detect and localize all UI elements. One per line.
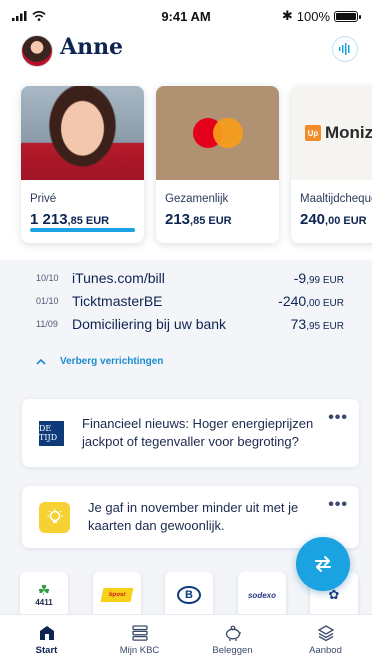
- bottom-navigation: Start Mijn KBC Beleggen Aanbod: [0, 614, 372, 660]
- monizze-logo: Up Moniz: [291, 86, 372, 180]
- battery-percent: 100%: [296, 8, 330, 24]
- account-card-prive[interactable]: Privé 1 213,85 EUR: [21, 86, 144, 243]
- nav-aanbod[interactable]: Aanbod: [290, 624, 362, 656]
- user-name: Anne: [60, 34, 124, 60]
- account-balance: 240,00 EUR: [300, 211, 367, 228]
- transaction-date: 11/09: [36, 318, 58, 329]
- bpost-logo: bpost: [100, 588, 134, 602]
- account-label: Gezamenlijk: [165, 193, 229, 205]
- signal-icon: [12, 11, 27, 21]
- account-photo: [21, 86, 144, 180]
- partner-sodexo[interactable]: sodexo: [238, 572, 286, 616]
- nmbs-logo: B: [177, 586, 201, 604]
- soundwave-icon: [339, 43, 350, 55]
- more-options-icon[interactable]: •••: [328, 409, 348, 427]
- status-left: [12, 11, 46, 21]
- partner-lotto-label: 4411: [35, 598, 53, 607]
- sodexo-logo: sodexo: [247, 590, 276, 600]
- battery-icon: [334, 10, 361, 22]
- hide-transactions-label: Verberg verrichtingen: [60, 356, 164, 367]
- nav-label: Beleggen: [212, 645, 253, 656]
- nav-label: Start: [35, 645, 58, 656]
- transfer-arrows-icon: [315, 556, 331, 572]
- news-text: Financieel nieuws: Hoger energieprijzen …: [82, 416, 314, 449]
- account-card-gezamenlijk[interactable]: Gezamenlijk 213,85 EUR: [156, 86, 279, 243]
- account-cards[interactable]: Privé 1 213,85 EUR Gezamenlijk 213,85 EU…: [0, 82, 372, 260]
- layers-icon: [317, 625, 334, 642]
- transaction-name: Domiciliering bij uw bank: [72, 315, 227, 332]
- hide-transactions-link[interactable]: Verberg verrichtingen: [36, 356, 163, 367]
- transaction-row[interactable]: 11/09 Domiciliering bij uw bank 73,95 EU…: [0, 312, 372, 335]
- nav-start[interactable]: Start: [11, 624, 83, 656]
- status-time: 9:41 AM: [161, 8, 211, 24]
- transaction-row[interactable]: 01/10 TicktmasterBE -240,00 EUR: [0, 289, 372, 312]
- nav-label: Aanbod: [309, 645, 342, 656]
- transaction-amount: 73,95 EUR: [290, 315, 344, 332]
- nav-mijn-kbc[interactable]: Mijn KBC: [104, 624, 176, 656]
- account-label: Privé: [30, 193, 57, 205]
- transaction-list: 10/10 iTunes.com/bill -9,99 EUR 01/10 Ti…: [0, 266, 372, 335]
- lightbulb-icon: [39, 501, 70, 533]
- transaction-row[interactable]: 10/10 iTunes.com/bill -9,99 EUR: [0, 266, 372, 289]
- de-tijd-logo: DE TIJD: [39, 420, 64, 446]
- account-card-maaltijdcheques[interactable]: Up Moniz Maaltijdcheques 240,00 EUR: [291, 86, 372, 243]
- account-label: Maaltijdcheques: [300, 193, 372, 205]
- status-bar: 9:41 AM ✱ 100%: [0, 0, 372, 32]
- nav-label: Mijn KBC: [119, 645, 160, 656]
- wifi-icon: [32, 11, 46, 21]
- partner-nmbs[interactable]: B: [165, 572, 213, 616]
- partner-bpost[interactable]: bpost: [93, 572, 141, 616]
- status-right: ✱ 100%: [281, 8, 361, 24]
- list-icon: [131, 625, 148, 641]
- transaction-amount: -9,99 EUR: [293, 269, 344, 286]
- piggy-bank-icon: [225, 625, 241, 641]
- bank-icon: [39, 626, 54, 640]
- transfer-button[interactable]: [296, 537, 350, 591]
- avatar[interactable]: [21, 35, 53, 67]
- transaction-date: 10/10: [36, 272, 59, 283]
- partner-lotto[interactable]: ☘ 4411: [20, 572, 68, 616]
- account-balance: 213,85 EUR: [165, 211, 232, 228]
- voice-assistant-button[interactable]: [332, 36, 358, 62]
- insight-text: Je gaf in november minder uit met je kaa…: [88, 500, 299, 533]
- news-card-financial[interactable]: DE TIJD Financieel nieuws: Hoger energie…: [22, 399, 359, 467]
- bluetooth-icon: ✱: [281, 8, 293, 23]
- selected-indicator: [30, 228, 135, 232]
- clover-icon: ☘: [37, 582, 51, 598]
- news-card-spending-insight[interactable]: Je gaf in november minder uit met je kaa…: [22, 486, 359, 548]
- nav-beleggen[interactable]: Beleggen: [197, 624, 269, 656]
- mastercard-logo: [156, 86, 279, 180]
- transaction-date: 01/10: [36, 295, 59, 306]
- more-options-icon[interactable]: •••: [328, 496, 348, 514]
- transaction-amount: -240,00 EUR: [278, 292, 344, 309]
- account-balance: 1 213,85 EUR: [30, 211, 110, 228]
- chevron-up-icon: [36, 358, 46, 365]
- transaction-name: TicktmasterBE: [72, 292, 163, 309]
- header: Anne: [0, 32, 372, 82]
- transaction-name: iTunes.com/bill: [72, 269, 165, 286]
